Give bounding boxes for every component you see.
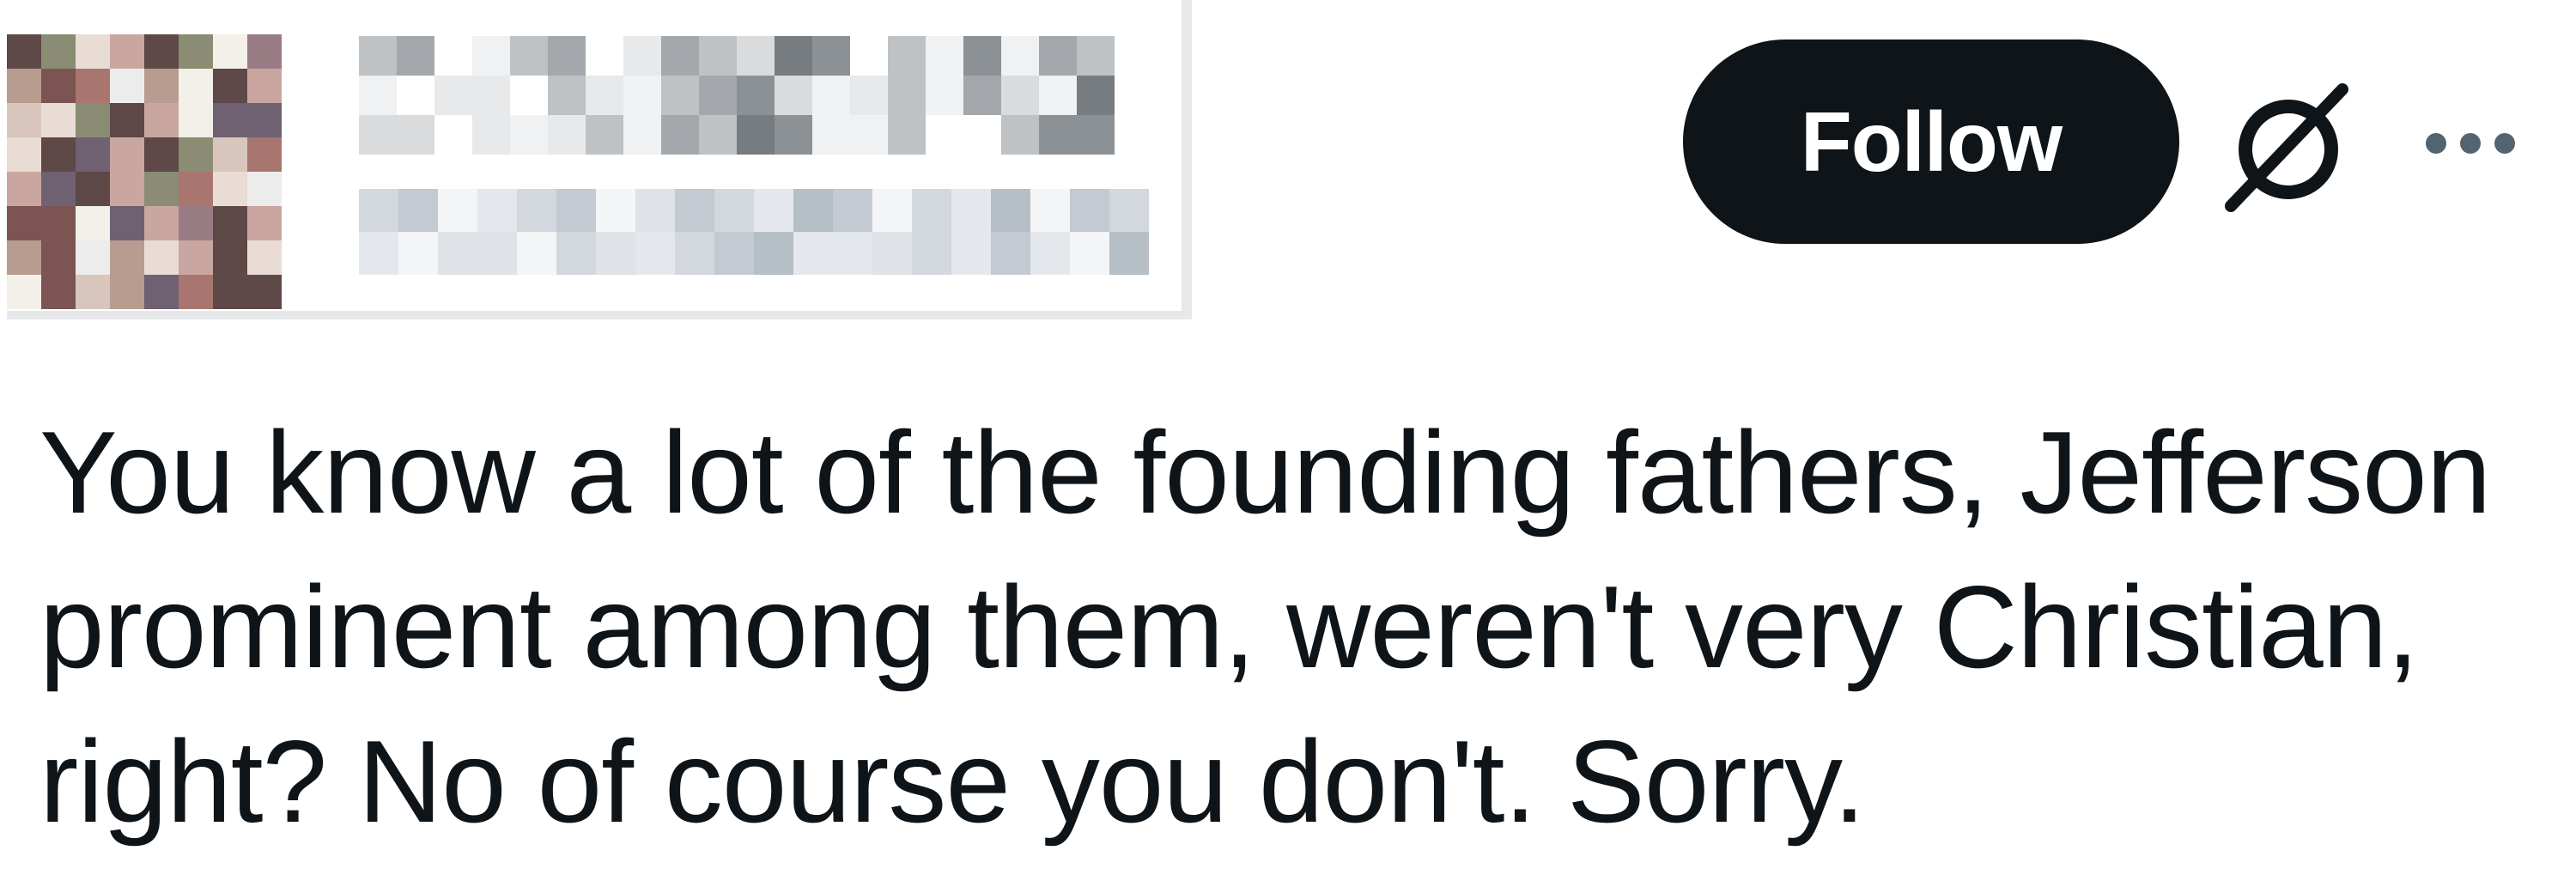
user-handle-redacted[interactable] bbox=[359, 189, 1149, 275]
tweet-text-line: right? No of course you don't. Sorry. bbox=[39, 716, 1866, 847]
grok-slash-icon[interactable] bbox=[2224, 77, 2353, 215]
tweet-text-line: prominent among them, weren't very Chris… bbox=[39, 562, 2419, 692]
follow-button[interactable]: Follow bbox=[1683, 39, 2179, 244]
more-horizontal-icon[interactable] bbox=[2423, 131, 2518, 156]
tweet-text: You know a lot of the founding fathers, … bbox=[39, 395, 2530, 859]
avatar[interactable] bbox=[7, 34, 282, 309]
tweet-text-line: You know a lot of the founding fathers, … bbox=[39, 407, 2491, 538]
display-name-redacted[interactable] bbox=[359, 36, 1115, 156]
author-block[interactable] bbox=[7, 0, 1192, 319]
